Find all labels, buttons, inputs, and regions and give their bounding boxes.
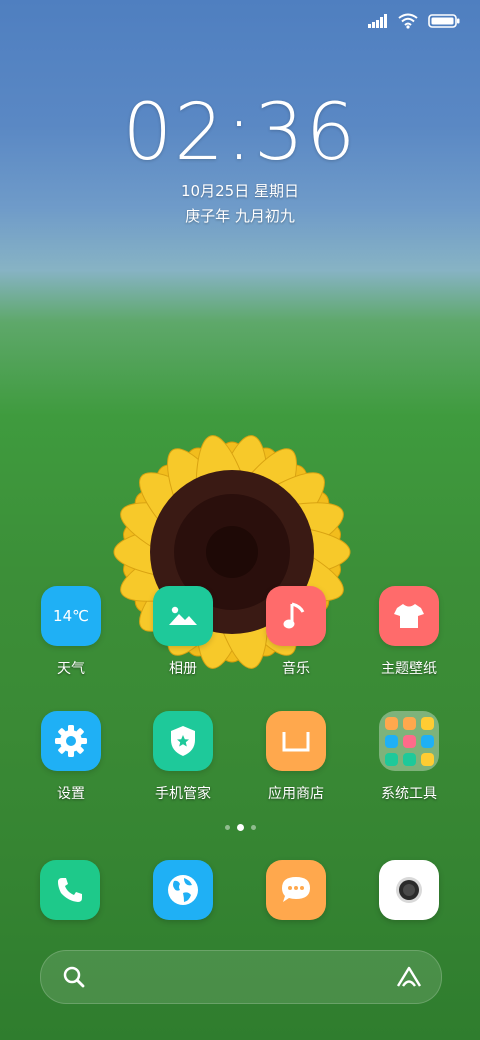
folder-system-tools[interactable]: 系统工具 bbox=[354, 711, 464, 803]
app-label-settings: 设置 bbox=[57, 786, 85, 802]
app-label-music: 音乐 bbox=[282, 661, 310, 677]
battery-icon bbox=[428, 14, 460, 28]
page-dot[interactable] bbox=[250, 825, 256, 830]
page-dot-active[interactable] bbox=[236, 824, 244, 831]
search-bar[interactable] bbox=[40, 950, 442, 1004]
tshirt-icon bbox=[379, 586, 439, 646]
store-bag-icon bbox=[266, 711, 326, 771]
clock-date[interactable]: 10月25日 星期日 bbox=[0, 180, 480, 201]
mini-app-icon bbox=[384, 734, 398, 748]
mini-app-icon bbox=[402, 734, 416, 748]
weather-icon: 14℃ bbox=[41, 586, 101, 646]
assistant-icon[interactable] bbox=[395, 965, 423, 989]
folder-preview-grid bbox=[384, 716, 434, 766]
shield-icon bbox=[153, 711, 213, 771]
search-icon[interactable] bbox=[63, 966, 85, 988]
mini-app-icon bbox=[402, 752, 416, 766]
app-weather[interactable]: 14℃ 天气 bbox=[16, 586, 126, 678]
gear-icon bbox=[41, 711, 101, 771]
app-music[interactable]: 音乐 bbox=[241, 586, 351, 678]
clock-time[interactable]: 02:36 bbox=[0, 88, 480, 178]
camera-icon bbox=[396, 877, 422, 903]
dock-browser[interactable] bbox=[153, 860, 213, 920]
folder-icon bbox=[379, 711, 439, 771]
mini-app-icon bbox=[420, 716, 434, 730]
lunar-date: 庚子年 九月初九 bbox=[185, 207, 295, 225]
music-note-icon bbox=[266, 586, 326, 646]
weather-temp-text: 14℃ bbox=[53, 607, 89, 625]
signal-icon bbox=[368, 14, 387, 28]
dock-messages[interactable] bbox=[266, 860, 326, 920]
page-indicator bbox=[0, 824, 480, 831]
dock-phone[interactable] bbox=[40, 860, 100, 920]
phone-icon bbox=[58, 878, 82, 902]
mini-app-icon bbox=[420, 734, 434, 748]
globe-icon bbox=[168, 875, 198, 905]
app-label-store: 应用商店 bbox=[268, 786, 324, 802]
wifi-icon bbox=[398, 13, 418, 29]
chat-icon bbox=[282, 877, 310, 902]
mini-app-icon bbox=[384, 716, 398, 730]
app-label-system-tools: 系统工具 bbox=[381, 786, 437, 802]
app-label-security: 手机管家 bbox=[155, 786, 211, 802]
status-bar bbox=[368, 10, 460, 32]
app-security[interactable]: 手机管家 bbox=[128, 711, 238, 803]
mini-app-icon bbox=[384, 752, 398, 766]
app-gallery[interactable]: 相册 bbox=[128, 586, 238, 678]
app-label-themes: 主题壁纸 bbox=[381, 661, 437, 677]
mini-app-icon bbox=[402, 716, 416, 730]
app-themes[interactable]: 主题壁纸 bbox=[354, 586, 464, 678]
page-dot[interactable] bbox=[224, 825, 230, 830]
mini-app-icon bbox=[420, 752, 434, 766]
app-label-weather: 天气 bbox=[57, 661, 85, 677]
gallery-icon bbox=[153, 586, 213, 646]
app-settings[interactable]: 设置 bbox=[16, 711, 126, 803]
app-store[interactable]: 应用商店 bbox=[241, 711, 351, 803]
app-label-gallery: 相册 bbox=[169, 661, 197, 677]
dock-camera[interactable] bbox=[379, 860, 439, 920]
